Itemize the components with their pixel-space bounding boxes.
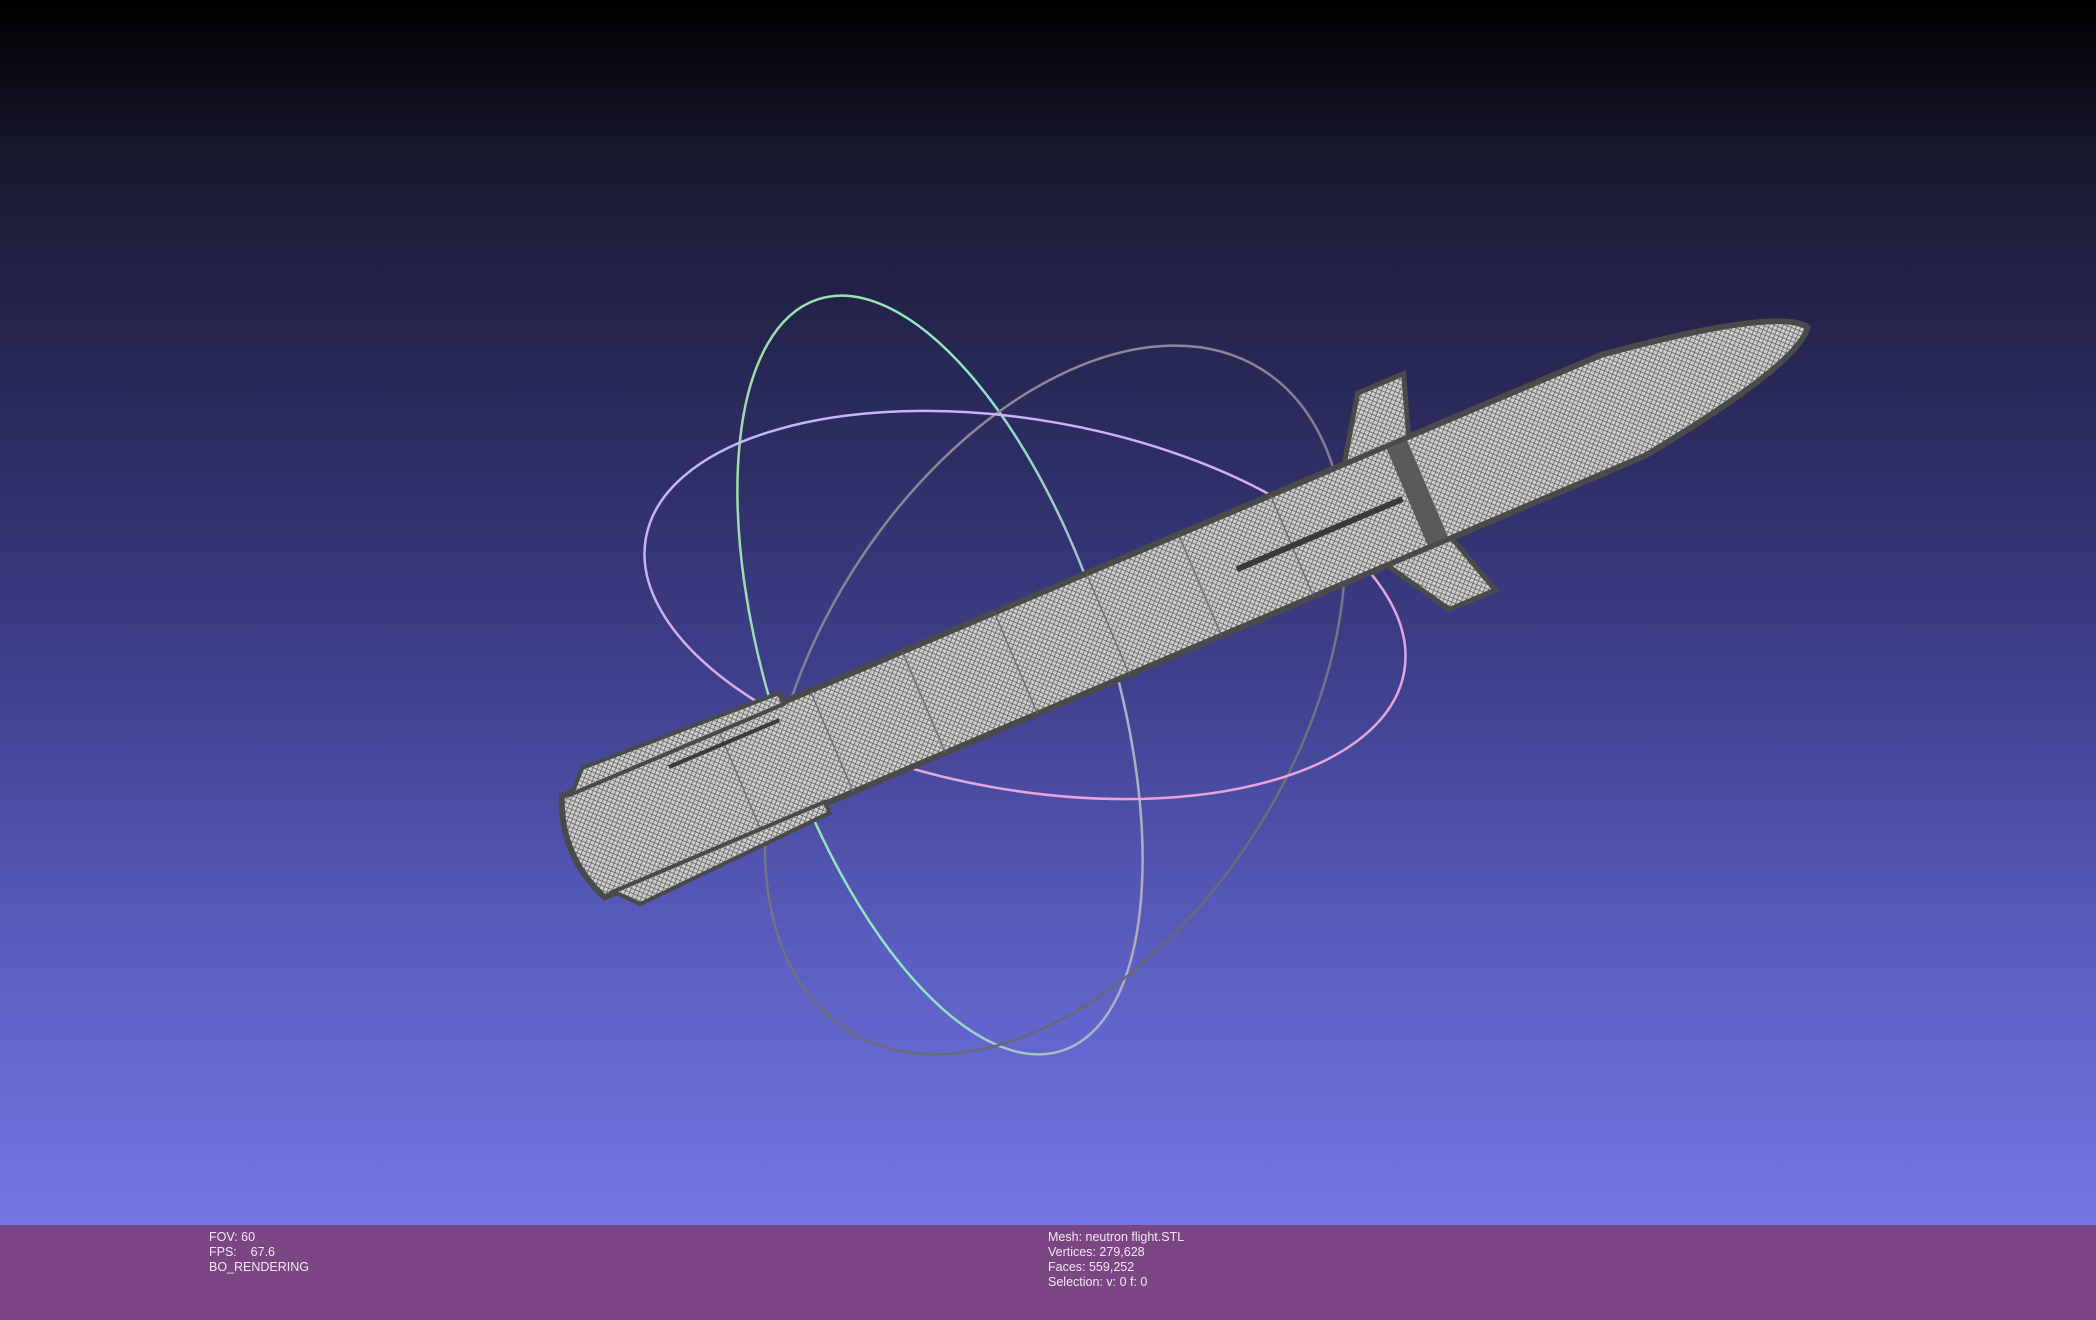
mesh-name-readout: Mesh: neutron flight.STL (1048, 1230, 1185, 1244)
fov-readout: FOV: 60 (209, 1230, 256, 1244)
3d-viewport[interactable] (0, 0, 2096, 1225)
scene-svg (527, 221, 1855, 1056)
rocket-mesh[interactable] (527, 221, 1855, 962)
fps-readout: FPS: 67.6 (209, 1245, 276, 1259)
faces-readout: Faces: 559,252 (1048, 1260, 1135, 1274)
vertices-readout: Vertices: 279,628 (1048, 1245, 1145, 1259)
mesh-info-panel: Mesh: neutron flight.STL Vertices: 279,6… (1048, 1230, 1184, 1290)
render-mode-readout: BO_RENDERING (209, 1260, 310, 1274)
selection-readout: Selection: v: 0 f: 0 (1048, 1275, 1148, 1289)
render-info-panel: FOV: 60 FPS: 67.6 BO_RENDERING (209, 1230, 309, 1275)
